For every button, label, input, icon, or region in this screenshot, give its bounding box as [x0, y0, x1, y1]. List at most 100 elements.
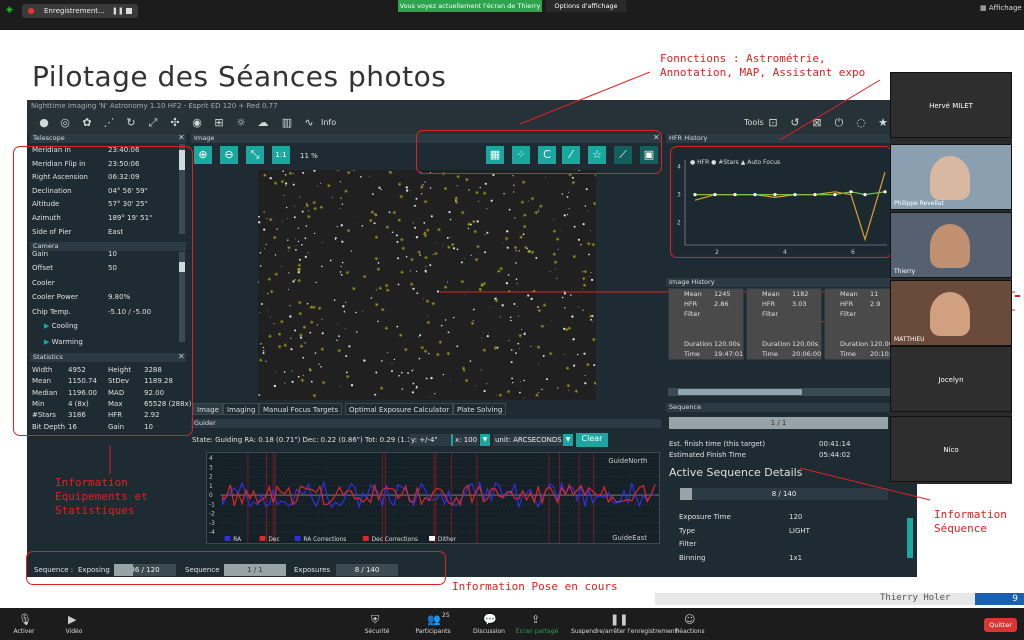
history-value: 3.03 [792, 300, 807, 308]
svg-text:✳: ✳ [574, 389, 578, 395]
svg-text:✳: ✳ [554, 260, 558, 266]
info-label[interactable]: Info [321, 118, 336, 127]
history-label: HFR [762, 300, 776, 308]
sequence-scrollbar[interactable] [907, 518, 913, 558]
equipment-icon[interactable]: ● [37, 116, 51, 130]
svg-text:✳: ✳ [399, 194, 403, 200]
svg-text:4: 4 [209, 456, 213, 462]
clear-button[interactable]: Clear [576, 433, 608, 447]
svg-text:Dither: Dither [438, 537, 457, 543]
close-icon[interactable]: ✕ [178, 133, 185, 142]
rotator-icon[interactable]: ↻ [124, 116, 138, 130]
svg-text:✳: ✳ [460, 280, 464, 286]
share-banner: Vous voyez actuellement l'écran de Thier… [398, 0, 542, 12]
x-range-select[interactable]: x: 100 [453, 434, 479, 446]
view-options-button[interactable]: Options d'affichage [546, 0, 626, 12]
svg-text:✳: ✳ [270, 290, 274, 296]
tool-target-icon[interactable]: ⊠ [810, 116, 824, 130]
history-value: 19:47:01 [714, 350, 744, 358]
y-range-select[interactable]: y: +/-4" [409, 434, 451, 446]
tab-imaging[interactable]: Imaging [223, 403, 260, 415]
telescope-field-label: Side of Pier [32, 227, 72, 236]
options-icon[interactable]: ∿ [302, 116, 316, 130]
tab-manual-focus-targets[interactable]: Manual Focus Targets [259, 403, 343, 415]
camera-icon[interactable]: ◎ [58, 116, 72, 130]
svg-text:✳: ✳ [530, 250, 534, 256]
zoom-percent: 11 % [300, 152, 318, 160]
tool-power-icon[interactable]: ⏻ [832, 116, 846, 130]
svg-text:✳: ✳ [494, 298, 498, 304]
equipment-annotation: Information Equipements et Statistiques [55, 476, 148, 517]
shield-icon: ◈ [6, 5, 13, 15]
flat-icon[interactable]: ☼ [234, 116, 248, 130]
svg-text:✳: ✳ [514, 245, 518, 251]
svg-text:-2: -2 [209, 512, 215, 518]
weather-icon[interactable]: ☁ [256, 116, 270, 130]
fit-icon[interactable]: ⤡ [246, 146, 264, 164]
telescope-field-value: 06:32:09 [108, 173, 140, 182]
star-icon[interactable]: ★ [876, 116, 890, 130]
one-to-one-button[interactable]: 1:1 [272, 146, 290, 164]
svg-text:✳: ✳ [462, 366, 466, 372]
record-icon[interactable]: ❚❚ [610, 613, 628, 626]
svg-text:✳: ✳ [420, 346, 424, 352]
participants-icon[interactable]: 👥 [427, 613, 441, 626]
mute-icon[interactable]: 🎙 [18, 613, 32, 626]
svg-text:RA Corrections: RA Corrections [303, 537, 346, 543]
svg-text:✳: ✳ [530, 196, 534, 202]
svg-text:✳: ✳ [565, 366, 569, 372]
svg-text:-1: -1 [209, 502, 215, 508]
svg-text:✳: ✳ [424, 199, 428, 205]
filter-wheel-icon[interactable]: ✿ [80, 116, 94, 130]
imaging-icon[interactable]: ◉ [190, 116, 204, 130]
history-label: Duration [684, 340, 713, 348]
tab-optimal-exposure-calculator[interactable]: Optimal Exposure Calculator [345, 403, 454, 415]
tab-image[interactable]: Image [193, 403, 223, 415]
unit-select[interactable]: unit: ARCSECONDS [493, 434, 563, 446]
tab-plate-solving[interactable]: Plate Solving [453, 403, 507, 415]
stats-icon[interactable]: ▥ [280, 116, 294, 130]
presenter-name: Thierry Holer [880, 593, 951, 603]
telescope-icon[interactable]: ⤢ [146, 116, 160, 130]
svg-text:-3: -3 [209, 521, 215, 527]
chevron-down-icon[interactable]: ▼ [563, 434, 573, 446]
svg-text:✳: ✳ [288, 171, 292, 177]
pose-annotation-box [26, 551, 446, 585]
sky-image[interactable]: ✳ ✳ ✳ ✳ ✳ ✳ ✳ ✳ ✳ ✳ ✳ ✳ ✳ ✳ ✳ ✳ ✳ ✳ ✳ ✳ ✳ ✳ ✳ ✳ ✳ ✳ ✳ ✳ ✳ ✳ ✳ ✳ ✳ ✳ ✳ ✳ ✳ ✳ ✳ ✳… [258, 170, 596, 400]
quit-button[interactable]: Quitter [984, 618, 1017, 632]
bottom-bar-label[interactable]: Vidéo [34, 628, 114, 635]
svg-text:✳: ✳ [299, 344, 303, 350]
svg-text:✳: ✳ [473, 229, 477, 235]
security-icon[interactable]: ⛨ [371, 613, 379, 627]
svg-text:✳: ✳ [444, 285, 448, 291]
zoom-in-icon[interactable]: ⊕ [194, 146, 212, 164]
svg-text:✳: ✳ [385, 225, 389, 231]
chevron-down-icon[interactable]: ▼ [480, 434, 490, 446]
app-title: Nighttime Imaging 'N' Astronomy 1.10 HF2… [27, 100, 917, 112]
framing-icon[interactable]: ⋰ [102, 116, 116, 130]
guider-icon[interactable]: ⊞ [212, 116, 226, 130]
hfr-history-header: HFR History [666, 134, 892, 143]
tool-circle-icon[interactable]: ◌ [854, 116, 868, 130]
svg-text:✳: ✳ [565, 327, 569, 333]
history-scroll-thumb[interactable] [678, 389, 802, 395]
focus-icon[interactable]: ✣ [168, 116, 182, 130]
svg-text:✳: ✳ [319, 205, 323, 211]
stop-icon[interactable] [126, 8, 132, 14]
svg-text:✳: ✳ [374, 235, 378, 241]
video-icon[interactable]: ▶ [68, 613, 76, 626]
pause-icon[interactable]: ❚❚ [112, 4, 124, 18]
bottom-bar-label[interactable]: Réactions [650, 628, 730, 635]
svg-text:✳: ✳ [549, 352, 553, 358]
affichage-label: Affichage [988, 4, 1022, 12]
history-icon[interactable]: ↺ [788, 116, 802, 130]
zoom-out-icon[interactable]: ⊖ [220, 146, 238, 164]
svg-text:2: 2 [209, 475, 213, 481]
reactions-icon[interactable]: ☺ [684, 613, 695, 626]
share-icon[interactable]: ⇪ [531, 613, 540, 626]
svg-text:Dec Corrections: Dec Corrections [372, 537, 418, 543]
participants-count: 25 [442, 612, 450, 619]
tool-grid-icon[interactable]: ⊡ [766, 116, 780, 130]
chat-icon[interactable]: 💬 [483, 613, 497, 626]
affichage-button[interactable]: ▦ Affichage [980, 4, 1022, 12]
